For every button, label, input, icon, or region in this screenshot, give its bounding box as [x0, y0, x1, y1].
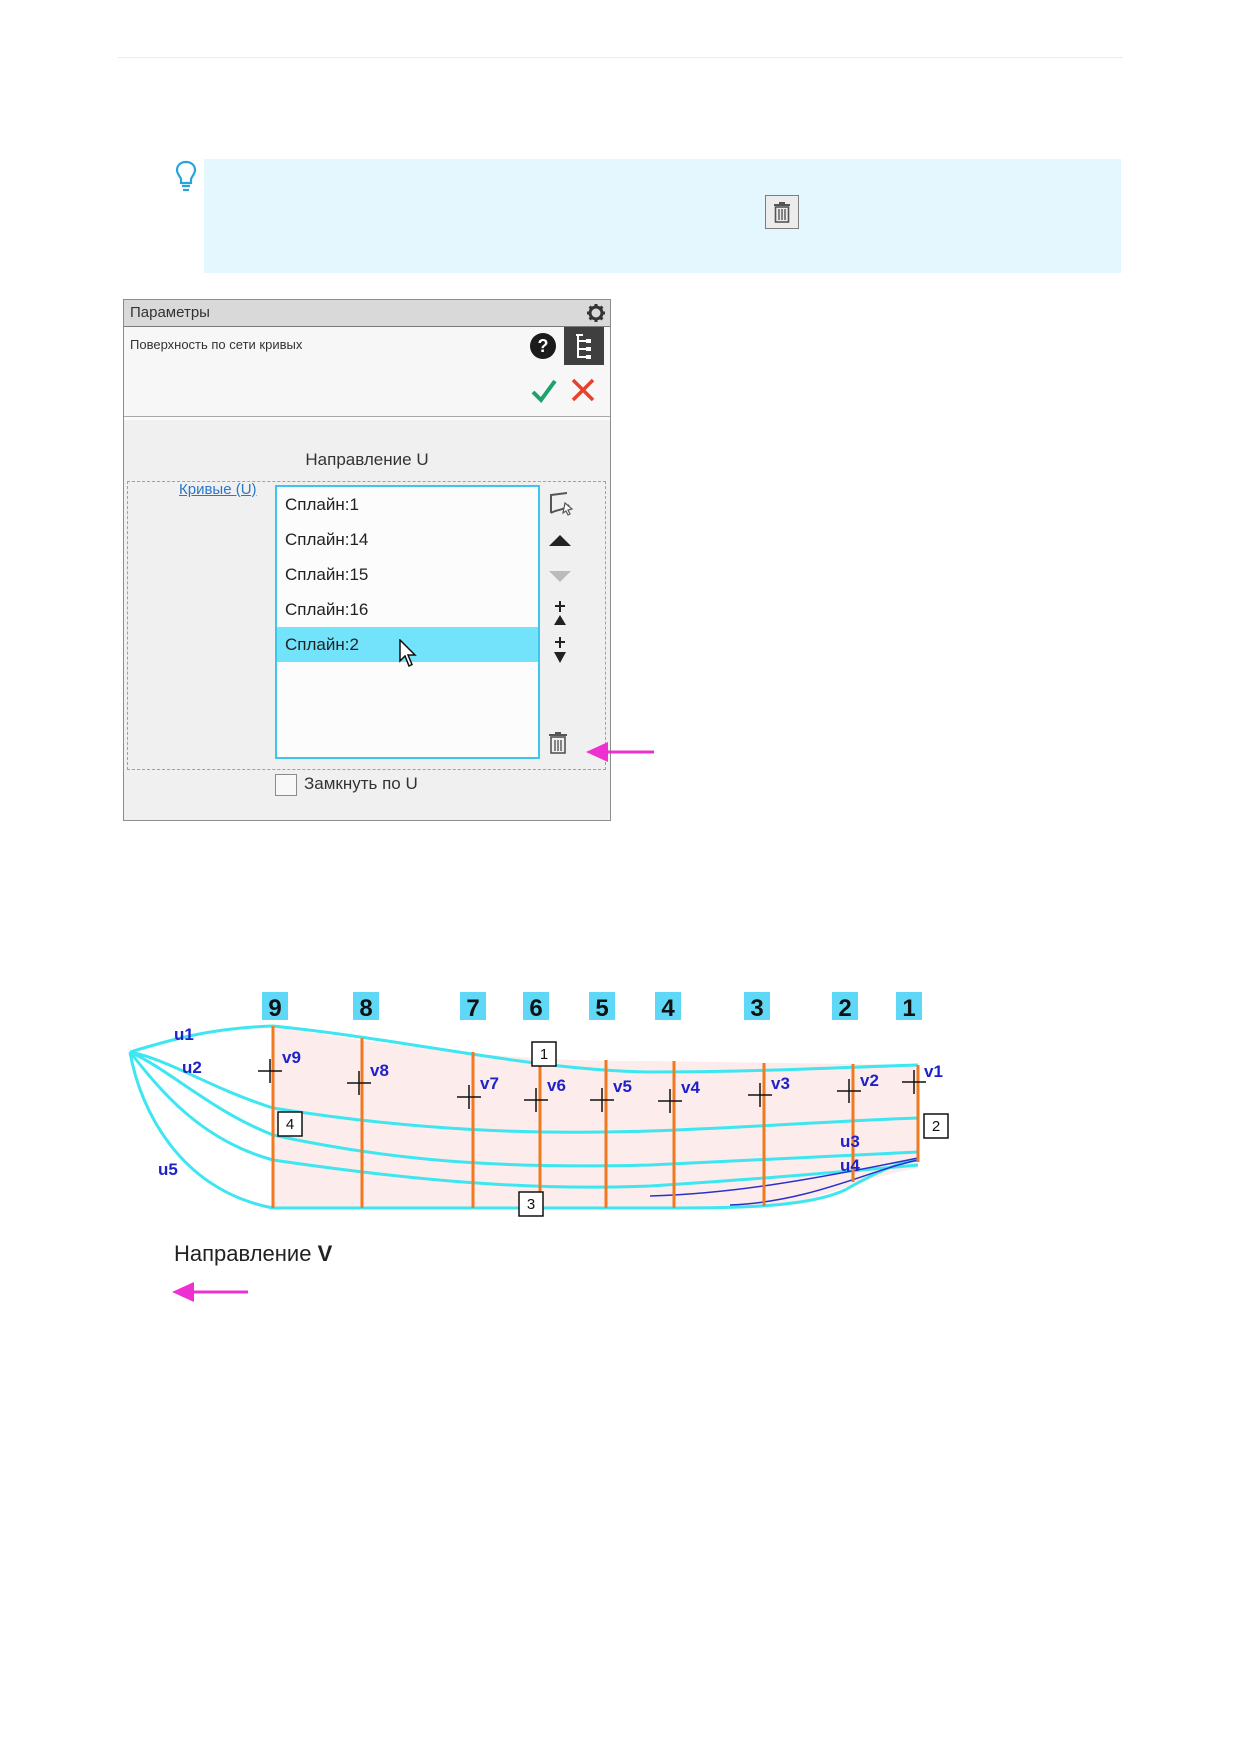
help-icon[interactable]: ?	[529, 332, 557, 360]
u-label: u3	[840, 1132, 860, 1151]
trash-icon	[765, 195, 799, 229]
v-label: v3	[771, 1074, 790, 1093]
column-number: 4	[661, 995, 675, 1022]
operation-name: Поверхность по сети кривых	[130, 337, 303, 352]
gear-icon[interactable]	[586, 303, 606, 323]
boundary-label: 2	[932, 1118, 940, 1135]
direction-v-label: Направление V	[174, 1241, 332, 1267]
v-label: v5	[613, 1077, 632, 1096]
v-label: v1	[924, 1062, 943, 1081]
check-icon[interactable]	[530, 377, 558, 405]
list-item[interactable]: Сплайн:15	[277, 557, 538, 592]
parameters-panel: Параметры Поверхность по сети кривых ? Н…	[123, 299, 611, 821]
column-number: 2	[838, 995, 851, 1022]
v-label: v4	[681, 1078, 700, 1097]
tree-button[interactable]	[564, 327, 604, 365]
direction-v-letter: V	[317, 1241, 333, 1266]
boundary-label: 1	[540, 1046, 548, 1063]
arrow-left-icon	[172, 1282, 248, 1302]
list-item[interactable]: Сплайн:1	[277, 487, 538, 522]
boundary-label: 3	[527, 1196, 535, 1213]
trash-icon[interactable]	[547, 731, 569, 755]
curves-u-link[interactable]: Кривые (U)	[179, 481, 257, 498]
move-to-bottom-icon[interactable]	[547, 636, 573, 666]
v-label: v7	[480, 1074, 499, 1093]
tree-icon	[576, 334, 591, 359]
panel-separator	[124, 417, 610, 420]
close-u-checkbox[interactable]	[275, 774, 297, 796]
column-number: 5	[595, 995, 608, 1022]
top-divider	[118, 57, 1123, 58]
cursor-icon	[399, 639, 417, 668]
direction-v-word: Направление	[174, 1241, 312, 1266]
column-number: 3	[750, 995, 763, 1022]
v-label: v9	[282, 1048, 301, 1067]
u-label: u2	[182, 1058, 202, 1077]
cross-icon[interactable]	[570, 377, 596, 403]
direction-u-heading: Направление U	[305, 450, 429, 469]
svg-text:?: ?	[538, 336, 549, 356]
lightbulb-icon	[175, 160, 197, 192]
column-number: 7	[466, 995, 479, 1022]
u-label: u4	[840, 1156, 860, 1175]
select-curve-icon[interactable]	[547, 489, 577, 517]
move-down-icon[interactable]	[547, 568, 573, 584]
v-label: v6	[547, 1076, 566, 1095]
move-to-top-icon[interactable]	[547, 600, 573, 628]
u-label: u1	[174, 1025, 194, 1044]
panel-header: Параметры	[124, 300, 610, 327]
panel-title: Параметры	[130, 304, 210, 321]
list-item[interactable]: Сплайн:14	[277, 522, 538, 557]
close-u-label: Замкнуть по U	[304, 774, 418, 793]
tip-box	[204, 159, 1121, 273]
column-number: 9	[268, 995, 281, 1022]
boundary-label: 4	[286, 1116, 294, 1133]
u-label: u5	[158, 1160, 178, 1179]
arrow-left-icon	[586, 742, 654, 762]
v-label: v8	[370, 1061, 389, 1080]
operation-area: Поверхность по сети кривых ?	[124, 327, 610, 417]
v-label: v2	[860, 1071, 879, 1090]
list-item[interactable]: Сплайн:16	[277, 592, 538, 627]
column-number: 1	[902, 995, 915, 1022]
move-up-icon[interactable]	[547, 532, 573, 548]
surface-network-diagram: 9 8 7 6 5 4 3 2 1 v9 v8 v7 v6 v5 v4 v3 v…	[128, 992, 949, 1217]
curves-list[interactable]: Сплайн:1 Сплайн:14 Сплайн:15 Сплайн:16 С…	[275, 485, 540, 759]
column-number: 8	[359, 995, 372, 1022]
column-number: 6	[529, 995, 542, 1022]
